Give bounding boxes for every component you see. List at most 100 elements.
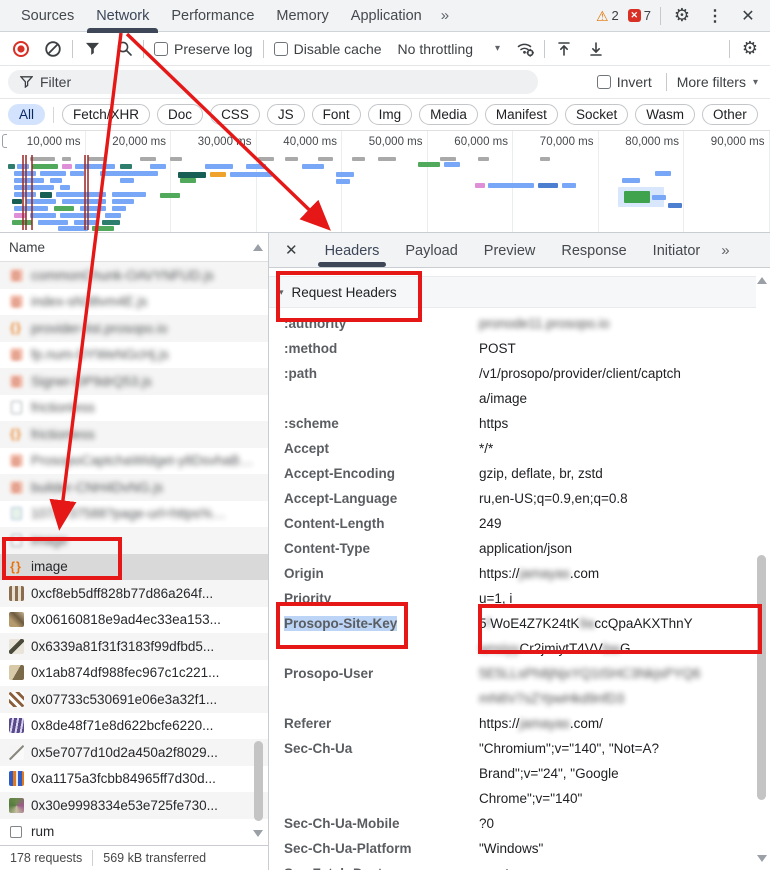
filter-chip-socket[interactable]: Socket xyxy=(565,104,628,125)
request-type-filters: All Fetch/XHR Doc CSS JS Font Img Media Manifest… xyxy=(0,99,770,131)
filter-chip-other[interactable]: Other xyxy=(702,104,758,125)
script-file-icon: {} xyxy=(10,269,23,282)
request-row-signer-dp9drq53-js[interactable]: {}Signer-DP9drQ53.js xyxy=(0,368,268,395)
request-row-index-sn38vm4e-js[interactable]: {}index-sN38vm4E.js xyxy=(0,289,268,316)
detail-tab-response[interactable]: Response xyxy=(548,233,639,268)
close-devtools-icon[interactable]: ✕ xyxy=(736,4,760,28)
request-row-0x6339a81f31f3183f99dfbd5[interactable]: 0x6339a81f31f3183f99dfbd5... xyxy=(0,633,268,660)
checkbox[interactable] xyxy=(274,42,288,56)
request-row-0x8de48f71e8d622bcfe6220[interactable]: 0x8de48f71e8d622bcfe6220... xyxy=(0,713,268,740)
detail-tab-headers[interactable]: Headers xyxy=(312,233,393,268)
request-name: 0x30e9998334e53e725fe730... xyxy=(31,798,218,813)
header-name-cell: :method xyxy=(284,336,479,361)
checkbox[interactable] xyxy=(597,75,611,89)
errors-badge[interactable]: ✕ 7 xyxy=(628,8,651,23)
request-row-0x30e9998334e53e725fe730[interactable]: 0x30e9998334e53e725fe730... xyxy=(0,792,268,819)
request-row-prosopocaptchawidget-y8dsvhab[interactable]: {}ProsopoCaptchaWidget-y8DsvhaB… xyxy=(0,448,268,475)
clear-button[interactable] xyxy=(40,36,66,62)
filter-chip-fetch-xhr[interactable]: Fetch/XHR xyxy=(62,104,150,125)
preserve-log-checkbox[interactable]: Preserve log xyxy=(150,41,257,57)
network-overview[interactable]: 10,000 ms20,000 ms30,000 ms40,000 ms50,0… xyxy=(0,131,770,233)
detail-tab-preview[interactable]: Preview xyxy=(471,233,549,268)
close-details-icon[interactable]: ✕ xyxy=(283,241,308,259)
filter-chip-doc[interactable]: Doc xyxy=(157,104,203,125)
request-row-0xa1175a3fcbb84965ff7d30d[interactable]: 0xa1175a3fcbb84965ff7d30d... xyxy=(0,766,268,793)
overview-left-handle[interactable] xyxy=(2,134,7,148)
waterfall-bar xyxy=(14,178,44,183)
export-har-icon[interactable] xyxy=(583,36,609,62)
main-tab-performance[interactable]: Performance xyxy=(160,0,265,32)
request-row-image[interactable]: {}image xyxy=(0,554,268,581)
filter-chip-js[interactable]: JS xyxy=(267,104,305,125)
main-tab-sources[interactable]: Sources xyxy=(10,0,85,32)
waterfall-bar xyxy=(14,185,54,190)
request-row-0x5e7077d10d2a450a2f8029[interactable]: 0x5e7077d10d2a450a2f8029... xyxy=(0,739,268,766)
waterfall-bar xyxy=(60,185,70,190)
header-name-cell: Content-Length xyxy=(284,511,479,536)
request-row-provider-list-prosopo-io[interactable]: {}provider-list.prosopo.io xyxy=(0,315,268,342)
load-event-line xyxy=(22,155,24,230)
scroll-up-icon[interactable] xyxy=(253,244,263,251)
search-icon[interactable] xyxy=(111,36,137,62)
request-row-image[interactable]: image xyxy=(0,527,268,554)
request-row-fp-num-dywengchj-js[interactable]: {}fp.num-DYWeNGcHj.js xyxy=(0,342,268,369)
checkbox[interactable] xyxy=(154,42,168,56)
image-thumbnail-icon xyxy=(9,771,24,786)
kebab-menu-icon[interactable]: ⋮ xyxy=(703,4,727,28)
filter-chip-all[interactable]: All xyxy=(8,104,45,125)
filter-chip-font[interactable]: Font xyxy=(312,104,361,125)
network-conditions-icon[interactable] xyxy=(512,36,538,62)
more-filters-dropdown[interactable]: More filters ▾ xyxy=(677,74,762,90)
filter-chip-media[interactable]: Media xyxy=(419,104,478,125)
filter-chip-manifest[interactable]: Manifest xyxy=(485,104,558,125)
filter-chip-css[interactable]: CSS xyxy=(210,104,260,125)
filter-chip-img[interactable]: Img xyxy=(368,104,413,125)
transferred-size: 569 kB transferred xyxy=(92,850,216,866)
request-row-0x07733c530691e06e3a32f1[interactable]: 0x07733c530691e06e3a32f1... xyxy=(0,686,268,713)
request-row-1072737588-page-url-https[interactable]: 1072737588?page-url=https%… xyxy=(0,501,268,528)
main-tab-application[interactable]: Application xyxy=(340,0,433,32)
request-name: 1072737588?page-url=https%… xyxy=(31,506,226,521)
throttling-dropdown[interactable]: No throttling ▾ xyxy=(392,41,507,57)
header-value: 249 xyxy=(479,511,756,536)
scroll-up-icon[interactable] xyxy=(757,277,767,284)
invert-checkbox[interactable]: Invert xyxy=(593,74,656,90)
settings-gear-icon[interactable]: ⚙ xyxy=(670,4,694,28)
request-row-frictionless[interactable]: frictionless xyxy=(0,395,268,422)
filter-toggle-icon[interactable] xyxy=(79,36,105,62)
request-row-0x1ab874df988fec967c1c221[interactable]: 0x1ab874df988fec967c1c221... xyxy=(0,660,268,687)
waterfall-bar xyxy=(285,157,298,161)
main-tab-memory[interactable]: Memory xyxy=(265,0,339,32)
warnings-badge[interactable]: ⚠ 2 xyxy=(596,8,619,23)
detail-tab-payload[interactable]: Payload xyxy=(392,233,470,268)
header-name-cell: Sec-Ch-Ua-Mobile xyxy=(284,811,479,836)
scrollbar-thumb[interactable] xyxy=(757,555,766,800)
more-tabs-icon[interactable]: » xyxy=(433,7,455,24)
load-event-line xyxy=(87,155,89,230)
request-row-commonchunk-oavynfud-js[interactable]: {}commonChunk-OAVYNFUD.js xyxy=(0,262,268,289)
request-row-builder-cnh4dvng-js[interactable]: {}builder-CNH4DvNG.js xyxy=(0,474,268,501)
header-name-cell: Prosopo-User xyxy=(284,661,479,686)
scroll-down-icon[interactable] xyxy=(757,855,767,862)
detail-tab-initiator[interactable]: Initiator xyxy=(640,233,714,268)
import-har-icon[interactable] xyxy=(551,36,577,62)
waterfall-bar xyxy=(655,171,671,176)
record-button[interactable] xyxy=(8,36,34,62)
more-detail-tabs-icon[interactable]: » xyxy=(721,242,727,259)
header-value-segment: "Windows" xyxy=(479,841,543,856)
scrollbar-thumb[interactable] xyxy=(254,741,263,821)
request-row-rum[interactable]: rum xyxy=(0,819,268,846)
request-row-0x06160818e9ad4ec33ea153[interactable]: 0x06160818e9ad4ec33ea153... xyxy=(0,607,268,634)
disable-cache-checkbox[interactable]: Disable cache xyxy=(270,41,386,57)
request-headers-section-header[interactable]: ▾ Request Headers xyxy=(269,276,756,308)
name-column-header[interactable]: Name xyxy=(0,233,268,262)
waterfall-bar xyxy=(112,192,146,197)
waterfall-bar xyxy=(140,157,156,161)
filter-input[interactable]: Filter xyxy=(8,70,538,94)
filter-chip-wasm[interactable]: Wasm xyxy=(635,104,695,125)
scroll-down-icon[interactable] xyxy=(253,830,263,837)
request-row-0xcf8eb5dff828b77d86a264f[interactable]: 0xcf8eb5dff828b77d86a264f... xyxy=(0,580,268,607)
request-row-frictionless[interactable]: {}frictionless xyxy=(0,421,268,448)
network-settings-gear-icon[interactable]: ⚙ xyxy=(738,37,762,61)
main-tab-network[interactable]: Network xyxy=(85,0,160,32)
